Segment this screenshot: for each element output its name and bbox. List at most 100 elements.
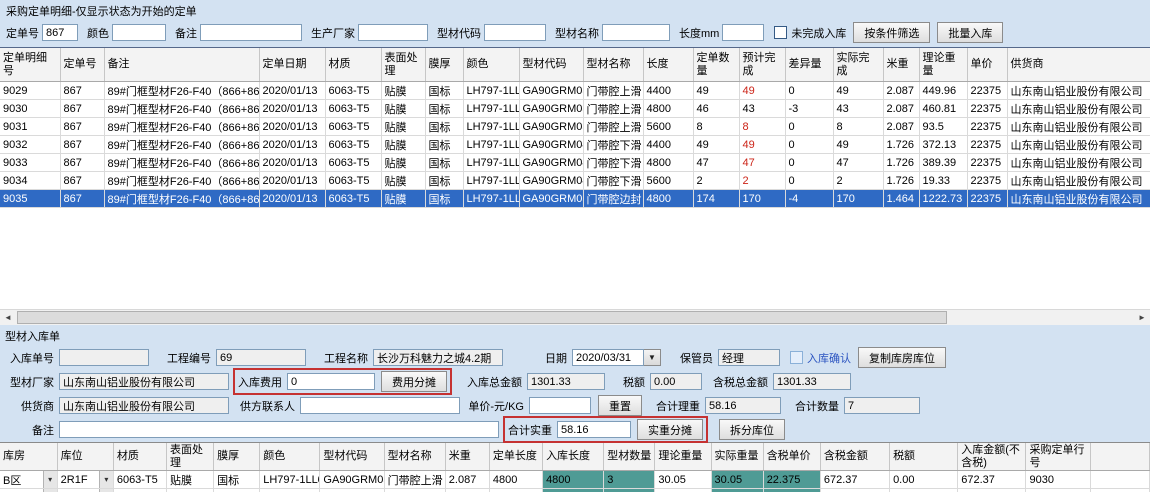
cell[interactable]: 2 bbox=[739, 172, 785, 190]
cell[interactable]: 9035 bbox=[0, 190, 60, 208]
cell[interactable]: 22375 bbox=[967, 154, 1007, 172]
cell[interactable]: 89#门框型材F26-F40（866+867） bbox=[104, 118, 259, 136]
cell[interactable]: 460.81 bbox=[919, 100, 967, 118]
table-row[interactable]: 903286789#门框型材F26-F40（866+867）2020/01/13… bbox=[0, 136, 1150, 154]
cell[interactable]: 372.13 bbox=[919, 136, 967, 154]
profile-code-filter-input[interactable] bbox=[484, 24, 546, 41]
cell[interactable]: 867 bbox=[60, 190, 104, 208]
cell[interactable]: GA90GRM04 bbox=[519, 154, 583, 172]
cell[interactable]: 170 bbox=[833, 190, 883, 208]
cell[interactable]: GA90GRM03 bbox=[519, 118, 583, 136]
cell[interactable]: 8 bbox=[693, 118, 739, 136]
cell[interactable]: 89#门框型材F26-F40（866+867） bbox=[104, 172, 259, 190]
length-filter-input[interactable] bbox=[722, 24, 764, 41]
cell[interactable]: 47 bbox=[693, 154, 739, 172]
cell[interactable]: 22375 bbox=[967, 136, 1007, 154]
table-row[interactable]: 903486789#门框型材F26-F40（866+867）2020/01/13… bbox=[0, 172, 1150, 190]
cell[interactable]: 0 bbox=[785, 82, 833, 100]
cell[interactable]: 2020/01/13 bbox=[259, 190, 325, 208]
cell[interactable]: 0.00 bbox=[890, 471, 958, 489]
cell[interactable]: 9030 bbox=[0, 100, 60, 118]
inbound-confirm-checkbox[interactable] bbox=[790, 351, 803, 364]
order-no-filter-input[interactable] bbox=[42, 24, 78, 41]
cell[interactable]: 389.39 bbox=[919, 154, 967, 172]
date-input[interactable] bbox=[572, 349, 644, 366]
cell[interactable]: 2020/01/13 bbox=[259, 100, 325, 118]
cell[interactable]: 5600 bbox=[643, 172, 693, 190]
color-filter-input[interactable] bbox=[112, 24, 166, 41]
cell[interactable]: -4 bbox=[785, 190, 833, 208]
cell[interactable]: 22.375 bbox=[763, 471, 820, 489]
cell[interactable]: 8 bbox=[739, 118, 785, 136]
project-no-input[interactable] bbox=[216, 349, 306, 366]
dropdown-arrow-icon[interactable]: ▾ bbox=[43, 471, 57, 488]
cell[interactable]: 867 bbox=[60, 82, 104, 100]
cell[interactable]: 170 bbox=[739, 190, 785, 208]
cell[interactable]: 山东南山铝业股份有限公司 bbox=[1007, 154, 1150, 172]
cell[interactable] bbox=[1090, 471, 1149, 489]
remark-input[interactable] bbox=[59, 421, 499, 438]
cell[interactable]: LH797-1LL0 bbox=[463, 154, 519, 172]
cell[interactable]: 山东南山铝业股份有限公司 bbox=[1007, 118, 1150, 136]
contact-input[interactable] bbox=[300, 397, 460, 414]
cell[interactable]: 山东南山铝业股份有限公司 bbox=[1007, 190, 1150, 208]
cell[interactable]: 国标 bbox=[425, 82, 463, 100]
table-row[interactable]: 902986789#门框型材F26-F40（866+867）2020/01/13… bbox=[0, 82, 1150, 100]
cell[interactable]: 门带腔下滑 bbox=[583, 172, 643, 190]
copy-warehouse-location-button[interactable]: 复制库房库位 bbox=[858, 347, 946, 368]
total-amount-input[interactable] bbox=[527, 373, 605, 390]
cell[interactable]: 门带腔下滑 bbox=[583, 154, 643, 172]
cell[interactable]: LH797-1LL0 bbox=[463, 172, 519, 190]
date-dropdown-button[interactable]: ▼ bbox=[644, 349, 661, 366]
cell[interactable]: 4800 bbox=[489, 471, 542, 489]
cell[interactable]: 47 bbox=[739, 154, 785, 172]
cell[interactable]: 49 bbox=[693, 136, 739, 154]
reset-button[interactable]: 重置 bbox=[598, 395, 642, 416]
cell[interactable]: 867 bbox=[60, 100, 104, 118]
inbound-no-input[interactable] bbox=[59, 349, 149, 366]
cell[interactable]: 国标 bbox=[425, 172, 463, 190]
table-row[interactable]: B区▾2R1F▾6063-T5贴膜国标LH797-1LL0GA90GRM03门带… bbox=[0, 471, 1150, 489]
dropdown-arrow-icon[interactable]: ▾ bbox=[99, 471, 113, 488]
cell[interactable]: 2.087 bbox=[883, 100, 919, 118]
cell[interactable]: 门带腔上滑 bbox=[583, 82, 643, 100]
fee-allocate-button[interactable]: 费用分摊 bbox=[381, 371, 447, 392]
cell[interactable]: 0 bbox=[785, 154, 833, 172]
cell[interactable]: LH797-1LL0 bbox=[463, 82, 519, 100]
cell[interactable]: 4800 bbox=[643, 190, 693, 208]
cell[interactable]: 门带腔边封 bbox=[583, 190, 643, 208]
cell[interactable]: 6063-T5 bbox=[325, 118, 381, 136]
cell[interactable]: 93.5 bbox=[919, 118, 967, 136]
scroll-left-icon[interactable]: ◄ bbox=[0, 310, 16, 325]
table-row[interactable]: 903186789#门框型材F26-F40（866+867）2020/01/13… bbox=[0, 118, 1150, 136]
cell[interactable]: 22375 bbox=[967, 190, 1007, 208]
cell[interactable]: 43 bbox=[833, 100, 883, 118]
cell[interactable]: 89#门框型材F26-F40（866+867） bbox=[104, 136, 259, 154]
cell[interactable]: LH797-1LL0 bbox=[463, 136, 519, 154]
cell[interactable]: 867 bbox=[60, 154, 104, 172]
remark-filter-input[interactable] bbox=[200, 24, 302, 41]
split-location-button[interactable]: 拆分库位 bbox=[719, 419, 785, 440]
cell[interactable]: LH797-1LL0 bbox=[463, 100, 519, 118]
cell[interactable]: LH797-1LL0 bbox=[260, 471, 320, 489]
cell[interactable]: 49 bbox=[739, 82, 785, 100]
cell[interactable]: 2.087 bbox=[445, 471, 489, 489]
cell[interactable]: 国标 bbox=[214, 471, 260, 489]
fee-input[interactable] bbox=[287, 373, 375, 390]
cell[interactable]: 1222.73 bbox=[919, 190, 967, 208]
cell[interactable]: 2020/01/13 bbox=[259, 118, 325, 136]
cell[interactable]: 4400 bbox=[643, 82, 693, 100]
cell[interactable]: 门带腔上滑 bbox=[583, 118, 643, 136]
cell[interactable]: 4400 bbox=[643, 136, 693, 154]
cell[interactable]: 国标 bbox=[425, 100, 463, 118]
table-row[interactable]: 903386789#门框型材F26-F40（866+867）2020/01/13… bbox=[0, 154, 1150, 172]
cell[interactable]: -3 bbox=[785, 100, 833, 118]
cell[interactable]: 1.726 bbox=[883, 154, 919, 172]
cell[interactable]: GA90GRM05 bbox=[519, 190, 583, 208]
cell[interactable]: 6063-T5 bbox=[325, 172, 381, 190]
cell[interactable]: 贴膜 bbox=[381, 172, 425, 190]
cell[interactable]: 2020/01/13 bbox=[259, 172, 325, 190]
cell[interactable]: GA90GRM04 bbox=[519, 172, 583, 190]
cell[interactable]: 6063-T5 bbox=[113, 471, 166, 489]
cell[interactable]: 22375 bbox=[967, 100, 1007, 118]
